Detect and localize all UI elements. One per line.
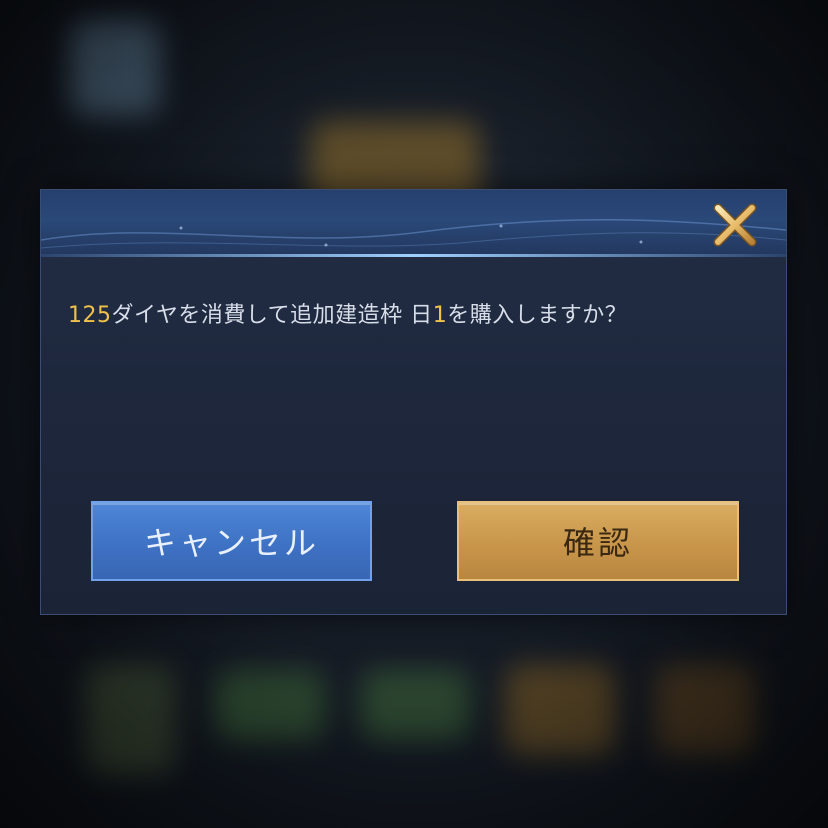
day-count: 1 (432, 303, 448, 328)
header-glow-line (41, 254, 786, 257)
header-wave-decoration (41, 219, 786, 249)
cancel-button[interactable]: キャンセル (91, 501, 372, 581)
confirm-button[interactable]: 確認 (457, 501, 739, 581)
dialog-header (41, 190, 786, 257)
cancel-button-label: キャンセル (143, 524, 319, 562)
message-text-part2: を購入しますか？ (447, 303, 628, 328)
message-text-part1: ダイヤを消費して追加建造枠 日 (111, 303, 433, 328)
purchase-confirm-dialog: 125ダイヤを消費して追加建造枠 日1を購入しますか？ キャンセル 確認 (40, 189, 787, 615)
close-icon[interactable] (712, 202, 758, 248)
confirm-button-label: 確認 (562, 524, 633, 562)
diamond-amount: 125 (68, 303, 112, 328)
confirm-message: 125ダイヤを消費して追加建造枠 日1を購入しますか？ (68, 297, 766, 329)
